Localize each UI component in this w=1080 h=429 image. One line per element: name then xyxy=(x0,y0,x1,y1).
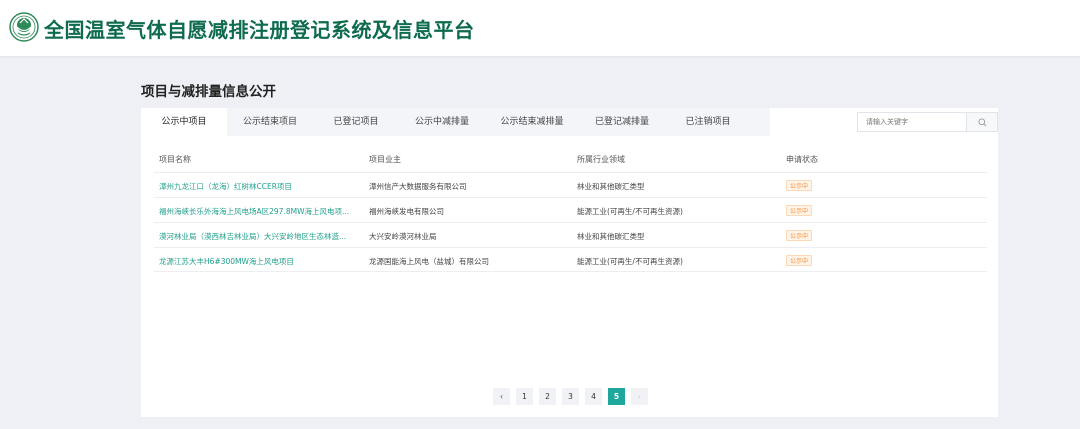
status-badge: 公示中 xyxy=(786,255,813,266)
search-input[interactable] xyxy=(857,112,966,132)
tab-publicizing-reductions[interactable]: 公示中减排量 xyxy=(399,108,485,136)
tab-cancelled-projects[interactable]: 已注销项目 xyxy=(665,108,751,136)
page-button-2[interactable]: 2 xyxy=(539,388,556,405)
table-row: 福州海峡长乐外海海上风电场A区297.8MW海上风电项... 福州海峡发电有限公… xyxy=(154,197,987,222)
top-header: 全国温室气体自愿减排注册登记系统及信息平台 xyxy=(0,0,1080,56)
page-button-4[interactable]: 4 xyxy=(585,388,602,405)
tab-registered-projects[interactable]: 已登记项目 xyxy=(313,108,399,136)
project-owner: 福州海峡发电有限公司 xyxy=(369,207,444,216)
project-owner: 漳州信产大数据服务有限公司 xyxy=(369,182,467,191)
page-button-1[interactable]: 1 xyxy=(516,388,533,405)
project-industry: 能源工业(可再生/不可再生资源) xyxy=(577,257,683,266)
info-panel: 公示中项目 公示结束项目 已登记项目 公示中减排量 公示结束减排量 已登记减排量… xyxy=(141,108,998,417)
tab-registered-reductions[interactable]: 已登记减排量 xyxy=(579,108,665,136)
column-header-status: 申请状态 xyxy=(786,155,818,164)
search-box xyxy=(857,112,998,132)
status-badge: 公示中 xyxy=(786,230,813,241)
page-button-5-current[interactable]: 5 xyxy=(608,388,625,405)
project-owner: 大兴安岭漠河林业局 xyxy=(369,232,437,241)
emblem-logo-icon[interactable] xyxy=(9,12,39,42)
tab-publicizing-projects[interactable]: 公示中项目 xyxy=(141,108,227,136)
project-industry: 林业和其他碳汇类型 xyxy=(577,182,645,191)
column-header-industry: 所属行业领域 xyxy=(577,155,625,164)
project-name-link[interactable]: 福州海峡长乐外海海上风电场A区297.8MW海上风电项... xyxy=(159,206,349,217)
search-icon xyxy=(977,117,986,126)
project-name-link[interactable]: 龙源江苏大丰H6#300MW海上风电项目 xyxy=(159,256,294,267)
table-row: 漠河林业局（漠西林吉林业局）大兴安岭地区生态林造... 大兴安岭漠河林业局 林业… xyxy=(154,222,987,247)
project-name-link[interactable]: 漳州九龙江口（龙海）红树林CCER项目 xyxy=(159,181,292,192)
project-owner: 龙源国能海上风电（盐城）有限公司 xyxy=(369,257,489,266)
tab-publicity-ended-reductions[interactable]: 公示结束减排量 xyxy=(485,108,579,136)
prev-page-button[interactable]: ‹ xyxy=(493,388,510,405)
section-title: 项目与减排量信息公开 xyxy=(141,84,276,100)
column-header-project-owner: 项目业主 xyxy=(369,155,401,164)
table-header: 项目名称 项目业主 所属行业领域 申请状态 xyxy=(154,146,987,172)
pagination: ‹ 1 2 3 4 5 › xyxy=(493,388,648,405)
project-industry: 林业和其他碳汇类型 xyxy=(577,232,645,241)
page-button-3[interactable]: 3 xyxy=(562,388,579,405)
project-name-link[interactable]: 漠河林业局（漠西林吉林业局）大兴安岭地区生态林造... xyxy=(159,231,346,242)
table-row: 龙源江苏大丰H6#300MW海上风电项目 龙源国能海上风电（盐城）有限公司 能源… xyxy=(154,247,987,272)
status-badge: 公示中 xyxy=(786,180,813,191)
status-badge: 公示中 xyxy=(786,205,813,216)
projects-table: 项目名称 项目业主 所属行业领域 申请状态 漳州九龙江口（龙海）红树林CCER项… xyxy=(154,146,987,272)
site-title: 全国温室气体自愿减排注册登记系统及信息平台 xyxy=(44,18,475,42)
search-button[interactable] xyxy=(966,112,998,132)
tab-publicity-ended-projects[interactable]: 公示结束项目 xyxy=(227,108,313,136)
table-row: 漳州九龙江口（龙海）红树林CCER项目 漳州信产大数据服务有限公司 林业和其他碳… xyxy=(154,172,987,197)
next-page-button[interactable]: › xyxy=(631,388,648,405)
project-industry: 能源工业(可再生/不可再生资源) xyxy=(577,207,683,216)
tabs-bar: 公示中项目 公示结束项目 已登记项目 公示中减排量 公示结束减排量 已登记减排量… xyxy=(141,108,770,136)
column-header-project-name: 项目名称 xyxy=(159,155,191,164)
